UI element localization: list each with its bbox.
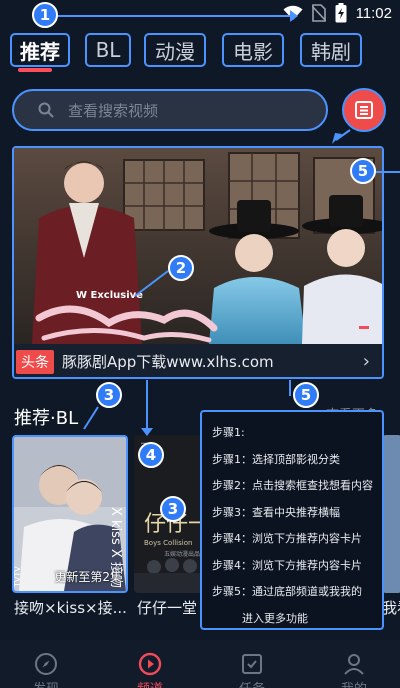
nav-label: 任务: [239, 678, 265, 688]
section-title: 推荐·BL: [14, 408, 79, 429]
task-icon: [242, 654, 262, 674]
callout-badge: 5: [293, 382, 319, 408]
search-icon: [38, 102, 54, 118]
banner-caption-text: 豚豚剧App下载www.xlhs.com: [62, 353, 274, 371]
profile-icon: [344, 654, 364, 675]
callout-badge: 3: [160, 496, 186, 522]
step-line: 步骤4：浏览下方推荐内容卡片: [212, 532, 362, 545]
content-card[interactable]: X kiss X 接吻 TVTV 更新至第2集: [12, 435, 128, 593]
card-title[interactable]: 接吻×kiss×接...: [14, 597, 134, 618]
tab-korean-drama[interactable]: 韩剧: [300, 33, 362, 67]
tab-recommend[interactable]: 推荐: [10, 33, 70, 67]
active-tab-indicator: [18, 68, 52, 72]
callout-badge: 5: [350, 158, 376, 184]
wifi-icon: [283, 5, 303, 20]
nav-profile[interactable]: 我的: [334, 652, 374, 688]
step-line: 步骤1:: [212, 426, 245, 439]
card-poster-caption: Boys Collision: [144, 539, 192, 547]
banner-image: W Exclusive: [14, 148, 382, 344]
nav-label: 我的: [341, 678, 367, 688]
step-line: 步骤5：通过底部频道或我我的: [212, 585, 362, 598]
compass-icon: [35, 653, 57, 675]
callout-badge: 3: [96, 382, 122, 408]
tab-anime[interactable]: 动漫: [144, 33, 206, 67]
battery-charging-icon: [335, 3, 347, 23]
tab-label: 电影: [233, 39, 273, 64]
chevron-right-icon: ›: [362, 351, 370, 372]
history-list-button[interactable]: [342, 88, 386, 132]
no-sim-icon: [311, 4, 326, 22]
card-poster-caption: TVTV: [14, 566, 22, 588]
step-line: 进入更多功能: [242, 611, 308, 625]
card-poster-small: 五娱动漫出品: [164, 550, 200, 558]
card-title[interactable]: 仔仔一堂: [137, 597, 201, 618]
nav-discover[interactable]: 发现: [26, 652, 66, 688]
tutorial-steps-panel: 步骤1: 步骤1：选择顶部影视分类 步骤2：点击搜索框查找想看内容 步骤3：查看…: [200, 410, 384, 630]
nav-label: 发现: [33, 678, 59, 688]
tab-label: 推荐: [20, 39, 60, 64]
nav-label: 频道: [137, 678, 163, 688]
search-placeholder: 查看搜索视频: [68, 101, 159, 120]
step-line: 步骤2：点击搜索框查找想看内容: [212, 479, 373, 492]
episode-badge: 更新至第2集: [54, 570, 122, 584]
step-line: 步骤4：浏览下方推荐内容卡片: [212, 558, 362, 572]
banner-brand: W Exclusive: [76, 290, 143, 301]
list-icon: [355, 101, 373, 119]
callout-badge: 4: [138, 442, 164, 468]
step-line: 步骤3：查看中央推荐横幅: [212, 505, 340, 519]
nav-tasks[interactable]: 任务: [232, 652, 272, 688]
step-line: 步骤1：选择顶部影视分类: [212, 452, 340, 466]
play-icon: [138, 652, 162, 676]
card-title[interactable]: 我看: [382, 597, 400, 618]
nav-channel[interactable]: 频道: [130, 652, 170, 688]
tab-movies[interactable]: 电影: [222, 33, 284, 67]
tab-label: 动漫: [155, 39, 195, 64]
headline-badge: 头条: [16, 349, 54, 374]
status-bar: 11:02: [0, 0, 400, 26]
callout-badge: 2: [168, 255, 194, 281]
callout-badge: 1: [32, 2, 58, 28]
tab-bl[interactable]: BL: [85, 33, 131, 67]
status-time: 11:02: [355, 4, 392, 22]
content-card[interactable]: [382, 435, 400, 593]
status-icons: 11:02: [283, 3, 392, 23]
search-input[interactable]: 查看搜索视频: [12, 89, 328, 131]
featured-banner[interactable]: W Exclusive 头条 豚豚剧App下载www.xlhs.com ›: [12, 146, 384, 379]
bottom-nav: 发现 频道 任务 我的: [0, 640, 400, 688]
tab-label: 韩剧: [311, 39, 351, 64]
tab-label: BL: [95, 38, 121, 62]
banner-caption: 头条 豚豚剧App下载www.xlhs.com ›: [14, 344, 382, 377]
